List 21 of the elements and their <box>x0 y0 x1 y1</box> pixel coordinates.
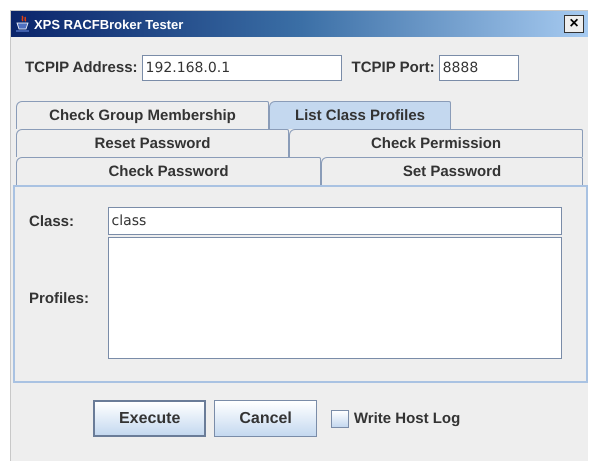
address-label: TCPIP Address: <box>25 59 138 76</box>
close-button[interactable]: × <box>564 15 584 33</box>
tab[interactable]: Check Password <box>16 157 321 185</box>
address-field[interactable]: 192.168.0.1 <box>142 54 342 80</box>
class-field[interactable]: class <box>108 207 562 235</box>
tab[interactable]: List Class Profiles <box>269 101 451 129</box>
write-host-log-checkbox[interactable] <box>330 410 349 428</box>
cancel-button[interactable]: Cancel <box>214 400 317 437</box>
tab[interactable]: Check Permission <box>289 129 583 157</box>
tab[interactable]: Set Password <box>321 157 583 185</box>
tab[interactable]: Check Group Membership <box>16 101 269 129</box>
profiles-label: Profiles: <box>29 290 90 306</box>
port-field[interactable]: 8888 <box>438 54 519 80</box>
write-host-log-label: Write Host Log <box>354 410 460 427</box>
profiles-text-area[interactable] <box>108 237 562 359</box>
class-label: Class: <box>29 212 76 230</box>
window-title: XPS RACFBroker Tester <box>34 16 184 32</box>
execute-button[interactable]: Execute <box>93 400 206 437</box>
cup-icon <box>15 15 31 33</box>
tab[interactable]: Reset Password <box>16 129 289 157</box>
port-label: TCPIP Port: <box>352 59 435 76</box>
